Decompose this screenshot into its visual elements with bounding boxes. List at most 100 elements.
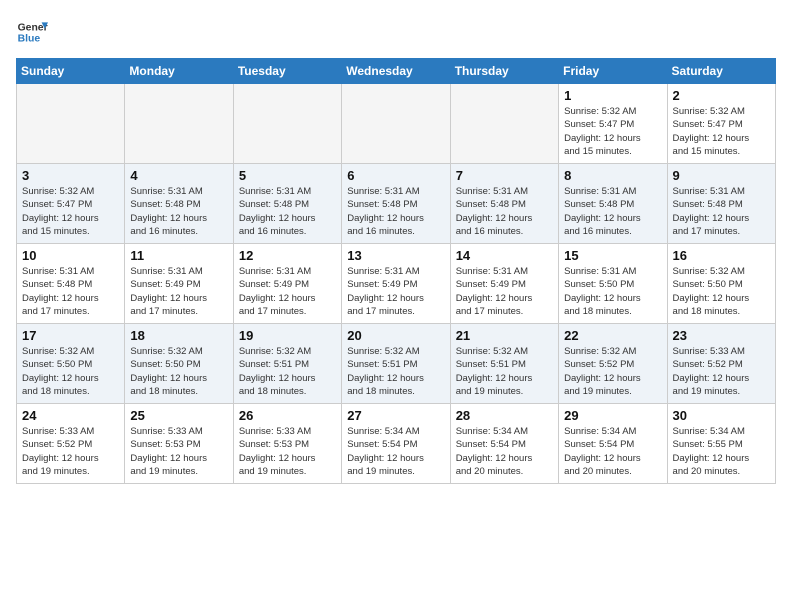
- calendar-cell: 13 Sunrise: 5:31 AM Sunset: 5:49 PM Dayli…: [342, 244, 450, 324]
- calendar-week-row: 17 Sunrise: 5:32 AM Sunset: 5:50 PM Dayli…: [17, 324, 776, 404]
- day-info: Sunrise: 5:32 AM Sunset: 5:50 PM Dayligh…: [22, 345, 119, 398]
- day-number: 22: [564, 328, 661, 343]
- weekday-header: Saturday: [667, 59, 775, 84]
- day-number: 1: [564, 88, 661, 103]
- day-number: 20: [347, 328, 444, 343]
- day-info: Sunrise: 5:31 AM Sunset: 5:48 PM Dayligh…: [347, 185, 444, 238]
- calendar-cell: 16 Sunrise: 5:32 AM Sunset: 5:50 PM Dayli…: [667, 244, 775, 324]
- calendar-cell: 9 Sunrise: 5:31 AM Sunset: 5:48 PM Daylig…: [667, 164, 775, 244]
- calendar-cell: [17, 84, 125, 164]
- day-info: Sunrise: 5:31 AM Sunset: 5:48 PM Dayligh…: [673, 185, 770, 238]
- day-number: 10: [22, 248, 119, 263]
- day-number: 27: [347, 408, 444, 423]
- calendar-cell: [125, 84, 233, 164]
- day-info: Sunrise: 5:33 AM Sunset: 5:53 PM Dayligh…: [130, 425, 227, 478]
- calendar-week-row: 1 Sunrise: 5:32 AM Sunset: 5:47 PM Daylig…: [17, 84, 776, 164]
- weekday-header: Thursday: [450, 59, 558, 84]
- weekday-header: Sunday: [17, 59, 125, 84]
- day-number: 18: [130, 328, 227, 343]
- day-number: 29: [564, 408, 661, 423]
- calendar-cell: 17 Sunrise: 5:32 AM Sunset: 5:50 PM Dayli…: [17, 324, 125, 404]
- day-number: 5: [239, 168, 336, 183]
- calendar-cell: 15 Sunrise: 5:31 AM Sunset: 5:50 PM Dayli…: [559, 244, 667, 324]
- day-info: Sunrise: 5:32 AM Sunset: 5:52 PM Dayligh…: [564, 345, 661, 398]
- day-info: Sunrise: 5:31 AM Sunset: 5:48 PM Dayligh…: [130, 185, 227, 238]
- day-info: Sunrise: 5:31 AM Sunset: 5:49 PM Dayligh…: [239, 265, 336, 318]
- day-info: Sunrise: 5:32 AM Sunset: 5:51 PM Dayligh…: [239, 345, 336, 398]
- calendar-cell: 7 Sunrise: 5:31 AM Sunset: 5:48 PM Daylig…: [450, 164, 558, 244]
- day-info: Sunrise: 5:31 AM Sunset: 5:48 PM Dayligh…: [239, 185, 336, 238]
- calendar-cell: [233, 84, 341, 164]
- day-info: Sunrise: 5:32 AM Sunset: 5:50 PM Dayligh…: [673, 265, 770, 318]
- day-number: 13: [347, 248, 444, 263]
- weekday-header: Monday: [125, 59, 233, 84]
- calendar-cell: 23 Sunrise: 5:33 AM Sunset: 5:52 PM Dayli…: [667, 324, 775, 404]
- day-info: Sunrise: 5:31 AM Sunset: 5:48 PM Dayligh…: [22, 265, 119, 318]
- day-info: Sunrise: 5:32 AM Sunset: 5:51 PM Dayligh…: [456, 345, 553, 398]
- calendar-cell: 3Sunrise: 5:32 AM Sunset: 5:47 PM Daylig…: [17, 164, 125, 244]
- day-info: Sunrise: 5:34 AM Sunset: 5:54 PM Dayligh…: [456, 425, 553, 478]
- day-number: 30: [673, 408, 770, 423]
- calendar-week-row: 10 Sunrise: 5:31 AM Sunset: 5:48 PM Dayli…: [17, 244, 776, 324]
- calendar-table: SundayMondayTuesdayWednesdayThursdayFrid…: [16, 58, 776, 484]
- day-info: Sunrise: 5:31 AM Sunset: 5:49 PM Dayligh…: [456, 265, 553, 318]
- day-number: 16: [673, 248, 770, 263]
- day-number: 6: [347, 168, 444, 183]
- calendar-cell: 4 Sunrise: 5:31 AM Sunset: 5:48 PM Daylig…: [125, 164, 233, 244]
- calendar-cell: 2 Sunrise: 5:32 AM Sunset: 5:47 PM Daylig…: [667, 84, 775, 164]
- calendar-header-row: SundayMondayTuesdayWednesdayThursdayFrid…: [17, 59, 776, 84]
- calendar-cell: 26 Sunrise: 5:33 AM Sunset: 5:53 PM Dayli…: [233, 404, 341, 484]
- day-info: Sunrise: 5:32 AM Sunset: 5:50 PM Dayligh…: [130, 345, 227, 398]
- calendar-cell: 29 Sunrise: 5:34 AM Sunset: 5:54 PM Dayli…: [559, 404, 667, 484]
- day-info: Sunrise: 5:34 AM Sunset: 5:54 PM Dayligh…: [347, 425, 444, 478]
- calendar-cell: 8 Sunrise: 5:31 AM Sunset: 5:48 PM Daylig…: [559, 164, 667, 244]
- calendar-cell: 19 Sunrise: 5:32 AM Sunset: 5:51 PM Dayli…: [233, 324, 341, 404]
- day-number: 17: [22, 328, 119, 343]
- day-number: 28: [456, 408, 553, 423]
- day-number: 15: [564, 248, 661, 263]
- day-info: Sunrise: 5:31 AM Sunset: 5:49 PM Dayligh…: [347, 265, 444, 318]
- calendar-cell: 18 Sunrise: 5:32 AM Sunset: 5:50 PM Dayli…: [125, 324, 233, 404]
- calendar-cell: 5 Sunrise: 5:31 AM Sunset: 5:48 PM Daylig…: [233, 164, 341, 244]
- day-number: 26: [239, 408, 336, 423]
- calendar-cell: 25 Sunrise: 5:33 AM Sunset: 5:53 PM Dayli…: [125, 404, 233, 484]
- day-info: Sunrise: 5:32 AM Sunset: 5:47 PM Dayligh…: [673, 105, 770, 158]
- day-number: 2: [673, 88, 770, 103]
- calendar-cell: 12 Sunrise: 5:31 AM Sunset: 5:49 PM Dayli…: [233, 244, 341, 324]
- calendar-cell: 1 Sunrise: 5:32 AM Sunset: 5:47 PM Daylig…: [559, 84, 667, 164]
- day-info: Sunrise: 5:34 AM Sunset: 5:55 PM Dayligh…: [673, 425, 770, 478]
- calendar-cell: 11Sunrise: 5:31 AM Sunset: 5:49 PM Dayli…: [125, 244, 233, 324]
- day-number: 12: [239, 248, 336, 263]
- calendar-cell: [342, 84, 450, 164]
- calendar-cell: 14 Sunrise: 5:31 AM Sunset: 5:49 PM Dayli…: [450, 244, 558, 324]
- day-info: Sunrise: 5:33 AM Sunset: 5:52 PM Dayligh…: [673, 345, 770, 398]
- calendar-cell: 28 Sunrise: 5:34 AM Sunset: 5:54 PM Dayli…: [450, 404, 558, 484]
- weekday-header: Friday: [559, 59, 667, 84]
- day-number: 21: [456, 328, 553, 343]
- day-number: 7: [456, 168, 553, 183]
- day-info: Sunrise: 5:33 AM Sunset: 5:52 PM Dayligh…: [22, 425, 119, 478]
- day-info: Sunrise: 5:32 AM Sunset: 5:47 PM Dayligh…: [22, 185, 119, 238]
- day-number: 14: [456, 248, 553, 263]
- day-info: Sunrise: 5:33 AM Sunset: 5:53 PM Dayligh…: [239, 425, 336, 478]
- day-number: 8: [564, 168, 661, 183]
- page-header: General Blue: [16, 16, 776, 48]
- calendar-cell: 22 Sunrise: 5:32 AM Sunset: 5:52 PM Dayli…: [559, 324, 667, 404]
- day-info: Sunrise: 5:32 AM Sunset: 5:47 PM Dayligh…: [564, 105, 661, 158]
- calendar-cell: 10 Sunrise: 5:31 AM Sunset: 5:48 PM Dayli…: [17, 244, 125, 324]
- day-number: 25: [130, 408, 227, 423]
- day-info: Sunrise: 5:31 AM Sunset: 5:50 PM Dayligh…: [564, 265, 661, 318]
- day-number: 24: [22, 408, 119, 423]
- day-info: Sunrise: 5:31 AM Sunset: 5:48 PM Dayligh…: [564, 185, 661, 238]
- weekday-header: Wednesday: [342, 59, 450, 84]
- calendar-cell: 30 Sunrise: 5:34 AM Sunset: 5:55 PM Dayli…: [667, 404, 775, 484]
- calendar-week-row: 3Sunrise: 5:32 AM Sunset: 5:47 PM Daylig…: [17, 164, 776, 244]
- day-info: Sunrise: 5:34 AM Sunset: 5:54 PM Dayligh…: [564, 425, 661, 478]
- logo-icon: General Blue: [16, 16, 48, 48]
- day-info: Sunrise: 5:31 AM Sunset: 5:48 PM Dayligh…: [456, 185, 553, 238]
- day-number: 4: [130, 168, 227, 183]
- day-number: 9: [673, 168, 770, 183]
- day-number: 23: [673, 328, 770, 343]
- day-number: 19: [239, 328, 336, 343]
- logo: General Blue: [16, 16, 48, 48]
